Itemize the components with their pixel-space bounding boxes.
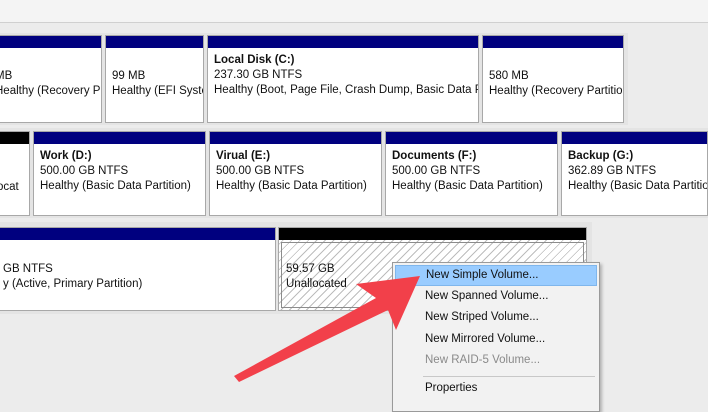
arrow-shape <box>234 276 420 382</box>
annotation-arrow <box>234 276 420 382</box>
